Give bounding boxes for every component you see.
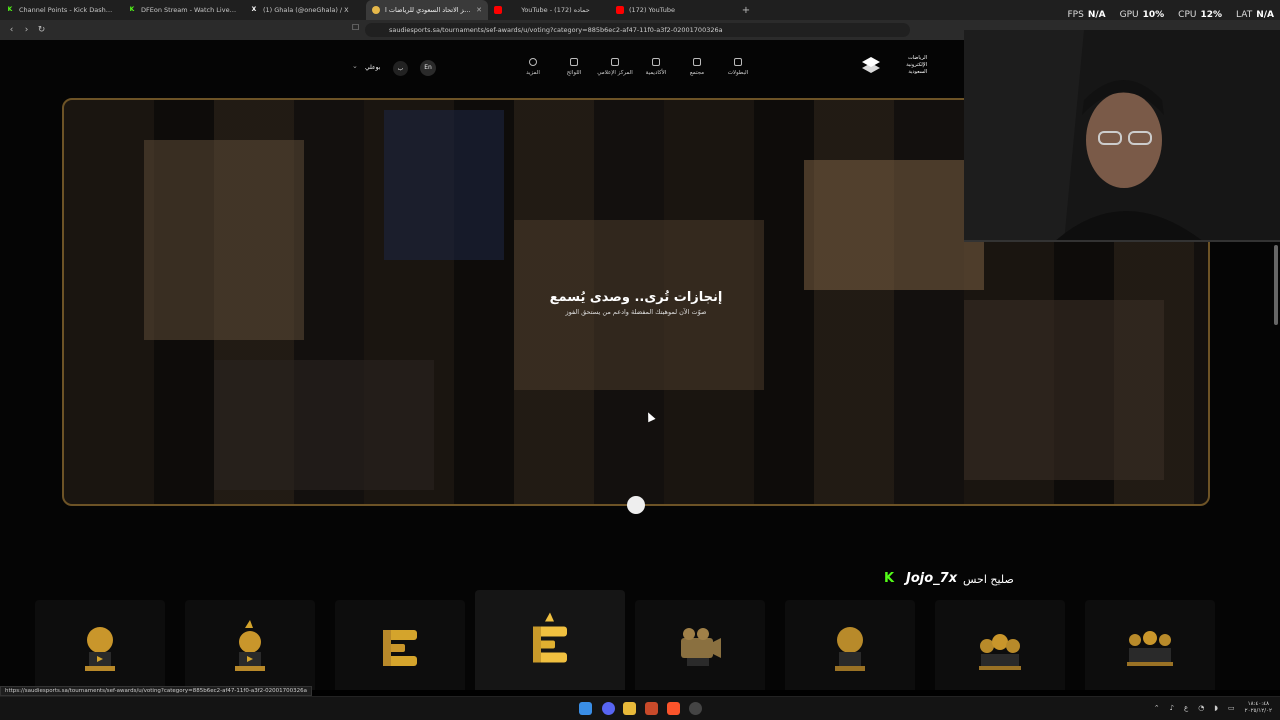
trophy-icon	[383, 630, 417, 666]
tab-kick-dashboard[interactable]: K Channel Points - Kick Dashboard	[0, 0, 122, 20]
perf-gpu: GPU 10%	[1119, 10, 1165, 20]
award-card[interactable]	[35, 600, 165, 690]
discord-icon[interactable]	[602, 702, 615, 715]
taskbar: ⌃ ♪ ع ◔ ◗ ▭ ١٨:٤٠:٤٨ ٢٠٢٥/١٢/٠٢	[0, 696, 1280, 720]
tab-title: (172) YouTube	[629, 6, 675, 14]
tab-title: DFEon Stream - Watch Live on Kick	[141, 6, 238, 14]
language-toggle[interactable]: En	[420, 60, 436, 76]
team-trophy-icon	[979, 634, 1021, 670]
perf-fps: FPS N/A	[1067, 10, 1106, 20]
language-indicator[interactable]: ع	[1184, 704, 1188, 712]
back-icon[interactable]: ‹	[4, 25, 19, 35]
hero-photo-tile	[384, 110, 504, 260]
youtube-favicon-icon	[494, 6, 502, 14]
award-card[interactable]	[1085, 600, 1215, 690]
trophy-icon	[235, 620, 265, 671]
status-link-preview: https://saudiesports.sa/tournaments/sef-…	[0, 686, 312, 696]
tab-title: YouTube - حماده (172)	[521, 6, 590, 14]
obs-icon[interactable]	[689, 702, 702, 715]
webcam-overlay	[964, 30, 1280, 242]
battery-icon[interactable]: ▭	[1228, 704, 1235, 712]
streamer-camera-image	[964, 30, 1280, 240]
system-tray: ⌃ ♪ ع ◔ ◗ ▭ ١٨:٤٠:٤٨ ٢٠٢٥/١٢/٠٢	[1154, 701, 1272, 715]
nav-label: اللوائح	[566, 70, 582, 76]
hero-subtitle: صوّت الآن لموهبتك المفضلة وادعم من يستحق…	[565, 308, 707, 316]
tab-title: جوائز الاتحاد السعودي للرياضات ا	[385, 6, 473, 14]
hero-photo-tile	[514, 220, 764, 390]
sef-logo-icon	[862, 56, 880, 73]
nav-more[interactable]: المزيد	[503, 58, 563, 76]
tab-x[interactable]: X (1) Ghala (@oneGhala) / X	[244, 0, 366, 20]
kick-favicon-icon: K	[129, 6, 135, 13]
page-scrollbar[interactable]	[1274, 245, 1278, 325]
trophy-icon	[85, 627, 115, 671]
nav-label: البطولات	[727, 70, 749, 76]
kick-logo-icon: K	[884, 571, 895, 586]
trophy-icon	[533, 612, 567, 663]
reload-icon[interactable]: ↻	[34, 25, 49, 35]
media-icon	[611, 58, 619, 66]
site-logo[interactable]: الرياضات الإلكترونية السعودية	[860, 55, 927, 76]
chat-username: Jojo_7x	[906, 571, 958, 586]
chevron-down-icon[interactable]: ⌄	[352, 62, 358, 70]
tab-youtube-2[interactable]: (172) YouTube	[610, 0, 732, 20]
close-tab-icon[interactable]: ✕	[476, 6, 482, 14]
tab-youtube-1[interactable]: YouTube - حماده (172)	[488, 0, 610, 20]
chat-message: صليح احس	[963, 573, 1014, 586]
x-favicon-icon: X	[251, 6, 257, 13]
sef-favicon-icon	[372, 6, 380, 14]
clock-time: ١٨:٤٠:٤٨	[1247, 701, 1270, 707]
app-icon[interactable]	[645, 702, 658, 715]
award-card[interactable]	[185, 600, 315, 690]
academy-icon	[652, 58, 660, 66]
new-tab-button[interactable]: +	[738, 5, 754, 16]
award-card[interactable]	[635, 600, 765, 690]
hero-photo-tile	[214, 360, 434, 490]
tab-kick-stream[interactable]: K DFEon Stream - Watch Live on Kick	[122, 0, 244, 20]
youtube-favicon-icon	[616, 6, 624, 14]
brave-browser-icon[interactable]	[667, 702, 680, 715]
forward-icon[interactable]: ›	[19, 25, 34, 35]
trophy-icon	[734, 58, 742, 66]
nav-label: المزيد	[526, 70, 540, 76]
avatar[interactable]: ب	[393, 61, 408, 76]
username[interactable]: بوعلي	[365, 64, 380, 71]
more-icon	[529, 58, 537, 66]
clock[interactable]: ١٨:٤٠:٤٨ ٢٠٢٥/١٢/٠٢	[1245, 701, 1272, 715]
team-trophy-icon	[1127, 631, 1173, 666]
kick-favicon-icon: K	[7, 6, 13, 13]
clock-date: ٢٠٢٥/١٢/٠٢	[1244, 708, 1272, 714]
hero-title: إنجازات تُرى.. وصدى يُسمع	[549, 290, 723, 305]
perf-cpu: CPU 12%	[1178, 10, 1223, 20]
tab-title: Channel Points - Kick Dashboard	[19, 6, 116, 14]
windows-start-icon[interactable]	[579, 702, 592, 715]
tab-sef-awards[interactable]: جوائز الاتحاد السعودي للرياضات ا ✕	[366, 0, 488, 20]
performance-overlay: FPS N/A GPU 10% CPU 12% LAT N/A	[1067, 10, 1274, 20]
perf-lat: LAT N/A	[1236, 10, 1274, 20]
wifi-icon[interactable]: ◔	[1198, 704, 1204, 712]
microphone-icon[interactable]: ♪	[1170, 704, 1174, 712]
community-icon	[693, 58, 701, 66]
award-card-selected[interactable]	[475, 590, 625, 690]
award-card[interactable]	[335, 600, 465, 690]
hero-photo-tile	[964, 300, 1164, 480]
hero-photo-tile	[804, 160, 984, 290]
url-field[interactable]: saudiesports.sa/tournaments/sef-awards/u…	[365, 23, 910, 37]
bookmark-icon[interactable]: ☐	[352, 23, 359, 32]
document-icon	[570, 58, 578, 66]
award-card[interactable]	[935, 600, 1065, 690]
award-card[interactable]	[785, 600, 915, 690]
trophy-icon	[835, 627, 865, 671]
file-explorer-icon[interactable]	[623, 702, 636, 715]
logo-text: الرياضات الإلكترونية السعودية	[906, 55, 927, 75]
nav-label: مجتمع	[689, 70, 705, 76]
chevron-up-icon[interactable]: ⌃	[1154, 704, 1160, 712]
tab-title: (1) Ghala (@oneGhala) / X	[263, 6, 349, 14]
camera-trophy-icon	[681, 628, 721, 666]
volume-icon[interactable]: ◗	[1214, 704, 1218, 712]
scroll-indicator[interactable]	[627, 496, 645, 514]
nav-label: الأكاديمية	[645, 70, 667, 76]
